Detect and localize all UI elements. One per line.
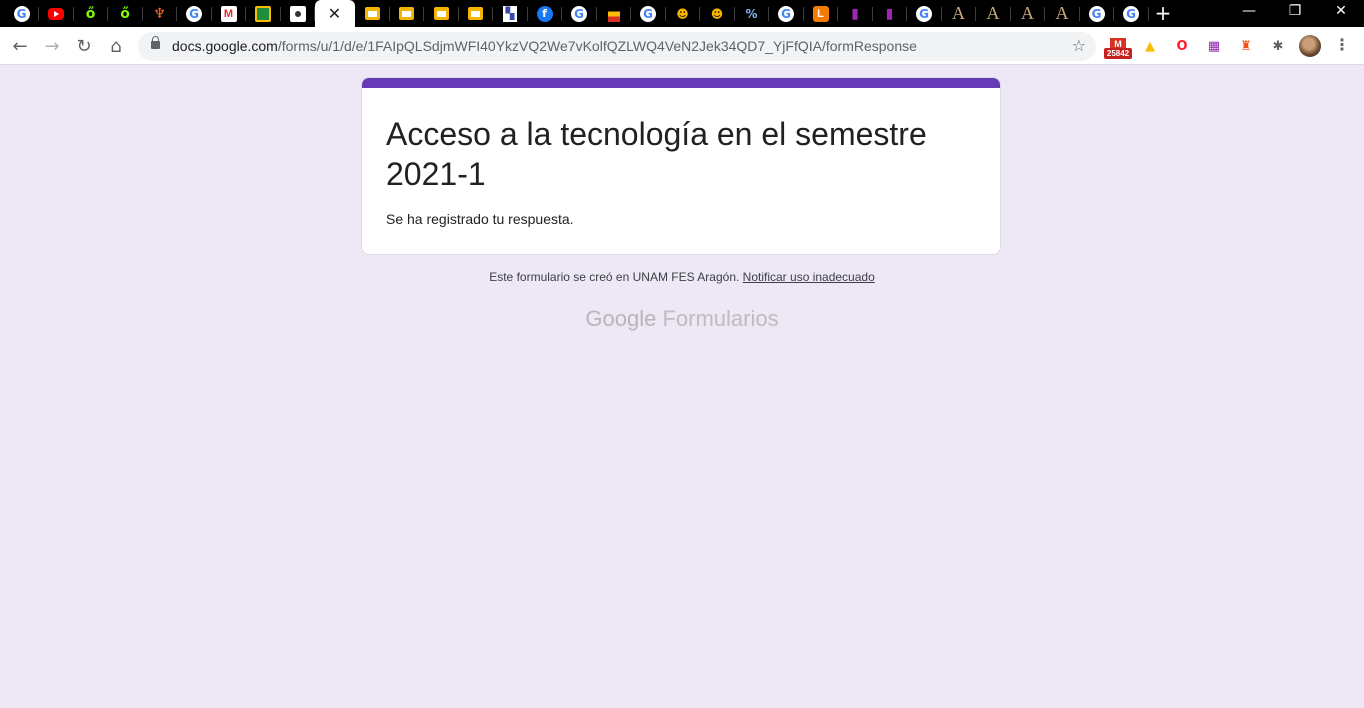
facebook-icon: f: [536, 5, 553, 22]
account-icon: [289, 5, 306, 22]
browser-menu-icon[interactable]: ⋮: [1334, 35, 1350, 57]
gmail-icon: M: [220, 5, 237, 22]
serif-a-icon: A: [952, 3, 965, 23]
grid-extension-icon[interactable]: ▦: [1204, 36, 1224, 56]
url-text[interactable]: docs.google.com/forms/u/1/d/e/1FAIpQLSdj…: [172, 38, 917, 54]
lime-icon: ő: [85, 5, 96, 22]
tab-separator: [1147, 7, 1149, 21]
browser-tab[interactable]: [458, 0, 493, 27]
flag-icon: ▚: [503, 5, 517, 22]
forward-button[interactable]: →: [38, 32, 66, 60]
browser-tab[interactable]: [424, 0, 459, 27]
browser-tab[interactable]: [39, 0, 74, 27]
browser-tab[interactable]: G: [177, 0, 212, 27]
browser-tab[interactable]: [355, 0, 390, 27]
minimize-button[interactable]: —: [1226, 0, 1272, 22]
browser-tab[interactable]: ☻: [700, 0, 735, 27]
lock-icon: [151, 36, 160, 49]
browser-tab[interactable]: G: [1114, 0, 1149, 27]
report-abuse-link[interactable]: Notificar uso inadecuado: [743, 270, 875, 284]
serif-a-icon: A: [1021, 3, 1034, 23]
slides-icon: [433, 7, 449, 20]
google-icon: G: [1088, 5, 1105, 22]
google-icon: G: [13, 5, 30, 22]
google-icon: G: [778, 5, 794, 22]
back-button[interactable]: ←: [6, 32, 34, 60]
google-icon: G: [916, 5, 932, 22]
browser-tab[interactable]: [596, 0, 631, 27]
browser-tab[interactable]: ▮: [872, 0, 907, 27]
browser-tab[interactable]: %: [734, 0, 769, 27]
classroom-icon: [255, 5, 271, 22]
browser-tab[interactable]: G: [562, 0, 597, 27]
bookmark-star-icon[interactable]: ☆: [1072, 36, 1086, 55]
browser-tab[interactable]: [246, 0, 281, 27]
browser-tab[interactable]: A: [941, 0, 976, 27]
form-title: Acceso a la tecnología en el semestre 20…: [386, 116, 927, 192]
form-confirmation-card: Acceso a la tecnología en el semestre 20…: [361, 77, 1001, 255]
close-window-button[interactable]: ✕: [1318, 0, 1364, 22]
browser-tab[interactable]: ő: [108, 0, 143, 27]
browser-tab[interactable]: ▮: [838, 0, 873, 27]
cat-icon: ☻: [676, 6, 689, 21]
profile-avatar[interactable]: [1299, 35, 1321, 57]
google-icon: G: [571, 5, 587, 22]
browser-tab[interactable]: ő: [73, 0, 108, 27]
browser-tab[interactable]: G: [4, 0, 39, 27]
form-origin-text: Este formulario se creó en UNAM FES Arag…: [489, 270, 740, 284]
browser-tab[interactable]: ♆: [142, 0, 177, 27]
browser-tab[interactable]: ☻: [665, 0, 700, 27]
purple-book-icon: ▮: [885, 5, 894, 22]
drive-icon[interactable]: ▲: [1140, 36, 1160, 56]
browser-tab[interactable]: M: [211, 0, 246, 27]
slides-icon: [399, 7, 414, 20]
browser-tab[interactable]: A: [976, 0, 1011, 27]
cat-icon: ☻: [710, 6, 724, 21]
serif-a-icon: A: [1055, 3, 1069, 23]
browser-tab[interactable]: G: [631, 0, 666, 27]
form-footer: Este formulario se creó en UNAM FES Arag…: [0, 270, 1364, 284]
browser-tab[interactable]: A: [1045, 0, 1080, 27]
slides-icon: [468, 7, 483, 20]
form-accent-bar: [362, 78, 1000, 88]
google-icon: G: [186, 5, 202, 22]
brand-product: Formularios: [662, 306, 779, 331]
lime-icon: ő: [120, 5, 130, 22]
close-tab-icon[interactable]: ✕: [328, 4, 341, 23]
flag-icon: [607, 5, 620, 22]
gitlab-icon: ♆: [153, 5, 166, 22]
orange-l-icon: L: [812, 5, 829, 22]
google-icon: G: [1123, 5, 1139, 22]
unread-count-badge: 25842: [1104, 48, 1132, 59]
extensions-puzzle-icon[interactable]: ✱: [1268, 36, 1288, 56]
purple-book-icon: ▮: [851, 5, 859, 22]
slides-icon: [364, 7, 380, 20]
confirmation-message: Se ha registrado tu respuesta.: [386, 211, 574, 227]
restore-button[interactable]: ❐: [1272, 0, 1318, 22]
browser-tab[interactable]: G: [1079, 0, 1114, 27]
serif-a-icon: A: [986, 3, 1000, 23]
home-button[interactable]: ⌂: [102, 32, 130, 60]
orange-extension-icon[interactable]: ♜: [1236, 36, 1256, 56]
browser-tab[interactable]: G: [907, 0, 942, 27]
percent-icon: %: [745, 6, 758, 21]
google-icon: G: [640, 5, 656, 22]
browser-tab[interactable]: [280, 0, 315, 27]
browser-tab[interactable]: [389, 0, 424, 27]
opera-icon[interactable]: O: [1172, 36, 1192, 56]
address-bar[interactable]: docs.google.com/forms/u/1/d/e/1FAIpQLSdj…: [138, 32, 1096, 61]
google-forms-logo[interactable]: Google Formularios: [0, 306, 1364, 332]
reload-button[interactable]: ↻: [70, 32, 98, 60]
browser-tab[interactable]: L: [803, 0, 838, 27]
browser-toolbar: ← → ↻ ⌂ docs.google.com/forms/u/1/d/e/1F…: [0, 27, 1364, 65]
new-tab-button[interactable]: +: [1151, 2, 1175, 24]
gmail-checker-extension[interactable]: M 25842: [1104, 38, 1132, 60]
browser-tab[interactable]: G: [769, 0, 804, 27]
youtube-icon: [48, 7, 64, 20]
browser-tab[interactable]: f: [527, 0, 562, 27]
brand-google: Google: [585, 306, 657, 331]
browser-tab[interactable]: A: [1010, 0, 1045, 27]
active-tab[interactable]: ✕: [314, 0, 355, 27]
browser-tab[interactable]: ▚: [493, 0, 528, 27]
